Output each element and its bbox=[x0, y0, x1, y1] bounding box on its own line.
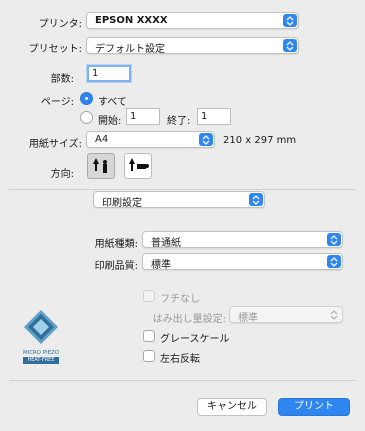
pages-all-radio[interactable] bbox=[80, 92, 93, 105]
media-type-popup[interactable]: 普通紙 bbox=[142, 231, 343, 249]
copies-input[interactable]: 1 bbox=[87, 65, 131, 82]
paper-size-popup[interactable]: A4 bbox=[86, 131, 215, 148]
pages-to-input[interactable]: 1 bbox=[197, 108, 231, 125]
pages-to-label: 終了: bbox=[167, 116, 191, 127]
divider-bottom bbox=[9, 380, 356, 381]
portrait-orientation-icon bbox=[93, 158, 107, 173]
orientation-landscape-button[interactable] bbox=[124, 153, 152, 179]
copies-value: 1 bbox=[92, 68, 99, 79]
copies-label: 部数: bbox=[50, 74, 74, 85]
up-down-chevron-icon bbox=[283, 39, 297, 52]
up-down-chevron-icon bbox=[283, 14, 297, 27]
grayscale-checkbox[interactable] bbox=[143, 330, 155, 342]
up-down-chevron-icon bbox=[249, 193, 263, 206]
cancel-button[interactable]: キャンセル bbox=[197, 398, 267, 416]
micro-piezo-logo: MICRO PIEZO HEAT-FREE bbox=[18, 308, 64, 368]
borderless-checkbox[interactable] bbox=[143, 290, 155, 302]
preset-value: デフォルト設定 bbox=[95, 44, 165, 55]
mirror-checkbox[interactable] bbox=[143, 350, 155, 362]
preset-label: プリセット: bbox=[28, 44, 82, 55]
expansion-popup[interactable]: 標準 bbox=[229, 306, 343, 324]
pages-all-label: すべて bbox=[98, 97, 127, 108]
orientation-portrait-button[interactable] bbox=[87, 153, 115, 179]
pages-to-value: 1 bbox=[201, 111, 208, 122]
pages-from-label: 開始: bbox=[98, 116, 122, 127]
logo-line2: HEAT-FREE bbox=[23, 357, 59, 364]
paper-size-value: A4 bbox=[95, 134, 109, 145]
print-quality-popup[interactable]: 標準 bbox=[142, 253, 343, 271]
section-value: 印刷設定 bbox=[102, 198, 142, 209]
paper-dimensions: 210 x 297 mm bbox=[223, 135, 297, 146]
print-dialog: { "printer": { "label": "プリンタ:", "value"… bbox=[0, 0, 365, 431]
pages-range-radio[interactable] bbox=[80, 111, 93, 124]
logo-line1: MICRO PIEZO bbox=[23, 349, 59, 356]
pages-from-value: 1 bbox=[130, 111, 137, 122]
media-type-label: 用紙種類: bbox=[94, 239, 138, 250]
divider-top bbox=[9, 189, 356, 190]
print-quality-value: 標準 bbox=[151, 260, 171, 271]
orientation-label: 方向: bbox=[50, 169, 74, 180]
printer-label: プリンタ: bbox=[38, 19, 82, 30]
up-down-chevron-icon bbox=[327, 233, 341, 246]
landscape-orientation-icon bbox=[129, 158, 149, 171]
print-button[interactable]: プリント bbox=[278, 398, 350, 416]
borderless-label: フチなし bbox=[160, 294, 200, 305]
printer-value: EPSON XXXX bbox=[95, 15, 168, 26]
paper-size-label: 用紙サイズ: bbox=[28, 139, 82, 150]
print-quality-label: 印刷品質: bbox=[94, 261, 138, 272]
expansion-label: はみ出し量設定: bbox=[152, 314, 226, 325]
pages-from-input[interactable]: 1 bbox=[126, 108, 160, 125]
grayscale-label: グレースケール bbox=[160, 334, 230, 345]
up-down-chevron-icon bbox=[327, 308, 341, 321]
printer-popup[interactable]: EPSON XXXX bbox=[86, 12, 299, 29]
up-down-chevron-icon bbox=[327, 255, 341, 268]
section-popup[interactable]: 印刷設定 bbox=[93, 191, 265, 209]
mirror-label: 左右反転 bbox=[160, 354, 200, 365]
pages-label: ページ: bbox=[40, 97, 74, 108]
preset-popup[interactable]: デフォルト設定 bbox=[86, 37, 299, 55]
up-down-chevron-icon bbox=[199, 133, 213, 146]
micro-piezo-icon bbox=[24, 310, 58, 344]
media-type-value: 普通紙 bbox=[151, 238, 181, 249]
expansion-value: 標準 bbox=[238, 313, 258, 324]
